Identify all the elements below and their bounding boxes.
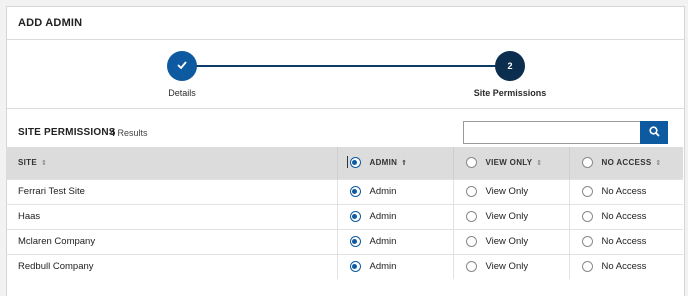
view-only-option-label: View Only (485, 236, 529, 247)
view-only-radio[interactable] (465, 236, 477, 247)
sort-asc-icon: ⇑ (401, 159, 408, 167)
step-details-label: Details (168, 88, 196, 98)
site-name: Mclaren Company (6, 228, 338, 254)
search-icon (648, 125, 660, 140)
results-count-number: 4 (110, 128, 116, 138)
view-only-option[interactable]: View Only (453, 228, 570, 254)
no-access-radio[interactable] (581, 211, 593, 222)
view-only-option[interactable]: View Only (453, 178, 570, 204)
view-only-radio[interactable] (465, 261, 477, 273)
results-count-suffix: Results (117, 128, 148, 138)
permissions-table: SITE ⇕ ADMIN ⇑ VIEW ONLY ⇕ NO ACCESS ⇕ F… (6, 147, 683, 279)
column-no-access-label: NO ACCESS (601, 158, 652, 168)
panel-title: ADD ADMIN (7, 7, 684, 40)
no-access-radio[interactable] (581, 261, 593, 273)
step-site-permissions-marker: 2 (495, 51, 525, 81)
view-only-option-label: View Only (485, 211, 529, 222)
no-access-option-label: No Access (601, 186, 647, 197)
admin-option[interactable]: Admin (337, 228, 454, 254)
site-name: Haas (6, 203, 338, 229)
column-view-only[interactable]: VIEW ONLY ⇕ (453, 147, 570, 179)
view-only-option-label: View Only (485, 261, 529, 273)
no-access-radio[interactable] (581, 236, 593, 247)
view-only-radio[interactable] (465, 211, 477, 222)
admin-radio[interactable] (349, 211, 361, 222)
no-access-option[interactable]: No Access (569, 178, 683, 204)
sort-icon: ⇕ (40, 159, 48, 167)
search-button[interactable] (640, 121, 668, 144)
admin-option-label: Admin (369, 261, 397, 273)
admin-option-label: Admin (369, 236, 397, 247)
select-all-admin-radio[interactable] (346, 156, 361, 169)
view-only-radio[interactable] (465, 186, 477, 197)
sort-icon: ⇕ (655, 159, 662, 167)
admin-option[interactable]: Admin (337, 178, 454, 204)
step-connector (182, 65, 510, 67)
section-title: SITE PERMISSIONS (18, 127, 116, 138)
step-details-marker[interactable] (167, 51, 197, 81)
table-row: Mclaren Company Admin View Only No Acces… (6, 228, 683, 254)
no-access-option[interactable]: No Access (569, 228, 683, 254)
stepper: 2 Details Site Permissions (7, 40, 684, 109)
results-count: 4 Results (110, 128, 148, 138)
admin-option[interactable]: Admin (337, 253, 454, 279)
table-row: Ferrari Test Site Admin View Only No Acc… (6, 178, 683, 204)
admin-option-label: Admin (369, 186, 397, 197)
step-site-permissions-label: Site Permissions (473, 88, 547, 98)
step-number: 2 (507, 61, 513, 71)
admin-option-label: Admin (369, 211, 397, 222)
column-admin[interactable]: ADMIN ⇑ (337, 147, 454, 179)
admin-radio[interactable] (349, 186, 361, 197)
site-name: Redbull Company (6, 253, 338, 279)
no-access-option-label: No Access (601, 261, 647, 273)
no-access-option[interactable]: No Access (569, 253, 683, 279)
check-icon (177, 61, 187, 71)
admin-radio[interactable] (349, 236, 361, 247)
column-site-label: SITE (18, 158, 37, 168)
select-all-view-only-radio[interactable] (465, 157, 477, 169)
no-access-option-label: No Access (601, 236, 647, 247)
column-site[interactable]: SITE ⇕ (6, 147, 338, 179)
view-only-option[interactable]: View Only (453, 203, 570, 229)
column-admin-label: ADMIN (369, 158, 398, 168)
no-access-option[interactable]: No Access (569, 203, 683, 229)
column-no-access[interactable]: NO ACCESS ⇕ (569, 147, 683, 179)
admin-option[interactable]: Admin (337, 203, 454, 229)
table-row: Haas Admin View Only No Access (6, 203, 683, 229)
sort-icon: ⇕ (536, 159, 543, 167)
admin-radio[interactable] (349, 261, 361, 273)
view-only-option-label: View Only (485, 186, 529, 197)
table-header-row: SITE ⇕ ADMIN ⇑ VIEW ONLY ⇕ NO ACCESS ⇕ (6, 147, 683, 179)
select-all-no-access-radio[interactable] (581, 157, 593, 169)
view-only-option[interactable]: View Only (453, 253, 570, 279)
search-input[interactable] (463, 121, 641, 144)
column-view-only-label: VIEW ONLY (485, 158, 533, 168)
site-name: Ferrari Test Site (6, 178, 338, 204)
no-access-radio[interactable] (581, 186, 593, 197)
table-row: Redbull Company Admin View Only No Acces… (6, 253, 683, 279)
no-access-option-label: No Access (601, 211, 647, 222)
